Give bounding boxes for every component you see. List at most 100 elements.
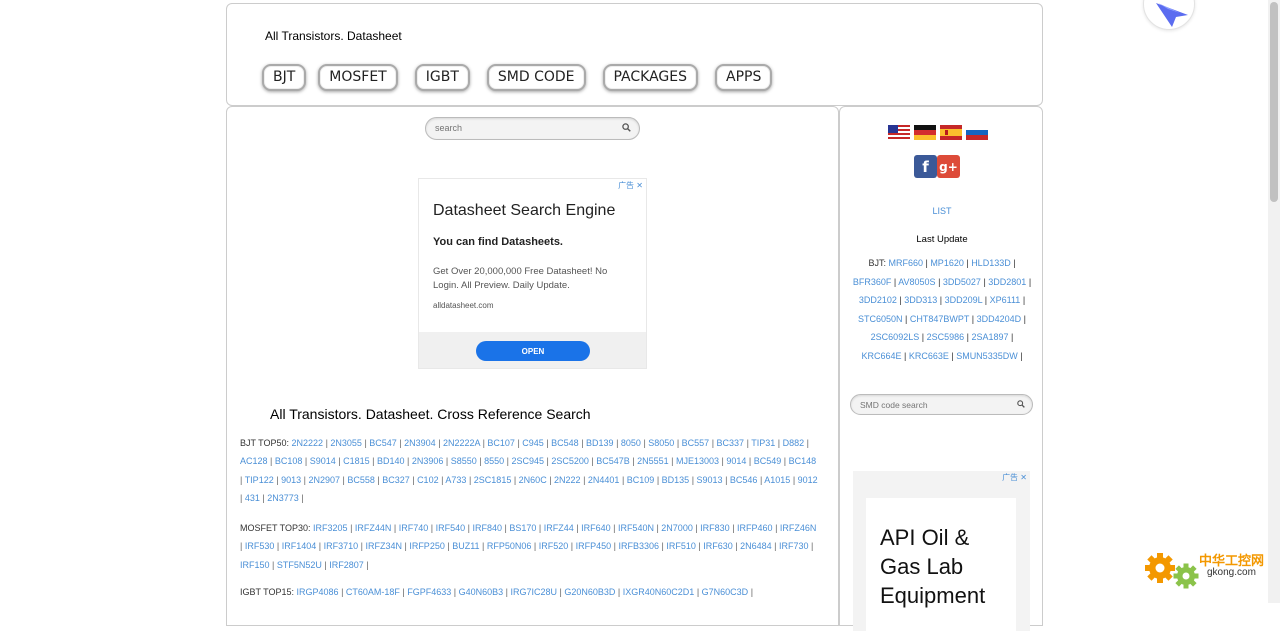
part-link[interactable]: S9014: [310, 456, 336, 466]
nav-bjt-button[interactable]: BJT: [262, 64, 307, 91]
part-link[interactable]: IRF640: [581, 523, 611, 533]
part-link[interactable]: IRF840: [472, 523, 502, 533]
part-link[interactable]: BC558: [347, 475, 375, 485]
part-link[interactable]: BC557: [682, 438, 710, 448]
part-link[interactable]: IRF540N: [618, 523, 654, 533]
ad-close-icon[interactable]: 广告 ✕: [1002, 472, 1027, 483]
smd-search-box[interactable]: [850, 394, 1033, 415]
ad-title[interactable]: Datasheet Search Engine: [433, 202, 615, 220]
ad-close-icon[interactable]: 广告 ✕: [618, 180, 643, 191]
part-link[interactable]: BC337: [717, 438, 745, 448]
part-link[interactable]: C1815: [343, 456, 370, 466]
part-link[interactable]: S8550: [451, 456, 477, 466]
part-link[interactable]: IRFZ44: [544, 523, 574, 533]
part-link[interactable]: 2N5551: [637, 456, 669, 466]
part-link[interactable]: 2SC945: [512, 456, 545, 466]
part-link[interactable]: G20N60B3D: [564, 587, 615, 597]
part-link[interactable]: 2N3773: [267, 493, 299, 503]
part-link[interactable]: BC549: [754, 456, 782, 466]
list-link[interactable]: LIST: [840, 206, 1044, 216]
part-link[interactable]: MRF660: [888, 258, 923, 268]
part-link[interactable]: IRFP460: [737, 523, 773, 533]
search-icon[interactable]: [622, 123, 631, 132]
part-link[interactable]: IRF540: [436, 523, 466, 533]
part-link[interactable]: AC128: [240, 456, 268, 466]
es-flag-icon[interactable]: [940, 125, 962, 140]
part-link[interactable]: KRC663E: [909, 351, 949, 361]
part-link[interactable]: IXGR40N60C2D1: [623, 587, 695, 597]
part-link[interactable]: BD140: [377, 456, 405, 466]
assistant-widget[interactable]: [1143, 0, 1195, 30]
smd-search-input[interactable]: [860, 400, 1010, 410]
part-link[interactable]: 3DD2801: [988, 277, 1026, 287]
site-title[interactable]: All Transistors. Datasheet: [265, 29, 402, 43]
part-link[interactable]: HLD133D: [971, 258, 1011, 268]
nav-packages-button[interactable]: PACKAGES: [602, 64, 698, 91]
part-link[interactable]: 2N3904: [404, 438, 436, 448]
part-link[interactable]: 3DD2102: [859, 295, 897, 305]
part-link[interactable]: IRF510: [666, 541, 696, 551]
part-link[interactable]: IRFP450: [576, 541, 612, 551]
part-link[interactable]: BC548: [551, 438, 579, 448]
part-link[interactable]: BD135: [662, 475, 690, 485]
part-link[interactable]: S9013: [697, 475, 723, 485]
part-link[interactable]: C102: [417, 475, 439, 485]
part-link[interactable]: BS170: [509, 523, 536, 533]
part-link[interactable]: IRF3205: [313, 523, 348, 533]
nav-smd-code-button[interactable]: SMD CODE: [486, 64, 586, 91]
part-link[interactable]: STF5N52U: [277, 560, 322, 570]
part-link[interactable]: BUZ11: [452, 541, 479, 551]
part-link[interactable]: IRF1404: [282, 541, 317, 551]
part-link[interactable]: MJE13003: [676, 456, 719, 466]
part-link[interactable]: 2N2907: [308, 475, 340, 485]
part-link[interactable]: BC547: [369, 438, 397, 448]
part-link[interactable]: 3DD5027: [943, 277, 981, 287]
part-link[interactable]: IRFP250: [409, 541, 445, 551]
part-link[interactable]: STC6050N: [858, 314, 903, 324]
part-link[interactable]: IRG7IC28U: [511, 587, 558, 597]
part-link[interactable]: IRFZ44N: [355, 523, 392, 533]
part-link[interactable]: MP1620: [930, 258, 964, 268]
ad-title[interactable]: API Oil & Gas Lab Equipment: [880, 523, 1010, 610]
part-link[interactable]: BC148: [789, 456, 817, 466]
part-link[interactable]: IRF830: [700, 523, 730, 533]
part-link[interactable]: TIP31: [751, 438, 775, 448]
part-link[interactable]: BFR360F: [853, 277, 892, 287]
part-link[interactable]: 2N3906: [412, 456, 444, 466]
part-link[interactable]: CHT847BWPT: [910, 314, 969, 324]
part-link[interactable]: 3DD313: [904, 295, 937, 305]
nav-apps-button[interactable]: APPS: [715, 64, 773, 91]
part-link[interactable]: 8550: [484, 456, 504, 466]
us-flag-icon[interactable]: [888, 125, 910, 140]
part-link[interactable]: G7N60C3D: [702, 587, 749, 597]
part-link[interactable]: AV8050S: [898, 277, 935, 287]
part-link[interactable]: 2SC6092LS: [871, 332, 920, 342]
part-link[interactable]: BC107: [487, 438, 515, 448]
part-link[interactable]: SMUN5335DW: [956, 351, 1018, 361]
part-link[interactable]: 9013: [281, 475, 301, 485]
part-link[interactable]: 2SC5200: [551, 456, 589, 466]
part-link[interactable]: 2N4401: [588, 475, 620, 485]
part-link[interactable]: IRF520: [539, 541, 569, 551]
search-icon[interactable]: [1017, 400, 1025, 408]
part-link[interactable]: C945: [522, 438, 544, 448]
part-link[interactable]: IRF630: [703, 541, 733, 551]
part-link[interactable]: 9012: [798, 475, 818, 485]
part-link[interactable]: 2N6484: [740, 541, 772, 551]
part-link[interactable]: D882: [783, 438, 805, 448]
part-link[interactable]: RFP50N06: [487, 541, 532, 551]
part-link[interactable]: BC546: [730, 475, 758, 485]
part-link[interactable]: A733: [445, 475, 466, 485]
part-link[interactable]: 8050: [621, 438, 641, 448]
part-link[interactable]: A1015: [764, 475, 790, 485]
scrollbar-thumb[interactable]: [1270, 2, 1278, 202]
part-link[interactable]: IRF730: [779, 541, 809, 551]
ad-card[interactable]: API Oil & Gas Lab Equipment: [866, 498, 1016, 638]
search-input[interactable]: [435, 123, 605, 133]
part-link[interactable]: IRF3710: [324, 541, 359, 551]
part-link[interactable]: 2N222: [554, 475, 581, 485]
ad-banner[interactable]: 广告 ✕ Datasheet Search Engine You can fin…: [418, 178, 647, 369]
part-link[interactable]: BD139: [586, 438, 614, 448]
part-link[interactable]: IRFZ46N: [780, 523, 817, 533]
part-link[interactable]: IRFB3306: [618, 541, 659, 551]
